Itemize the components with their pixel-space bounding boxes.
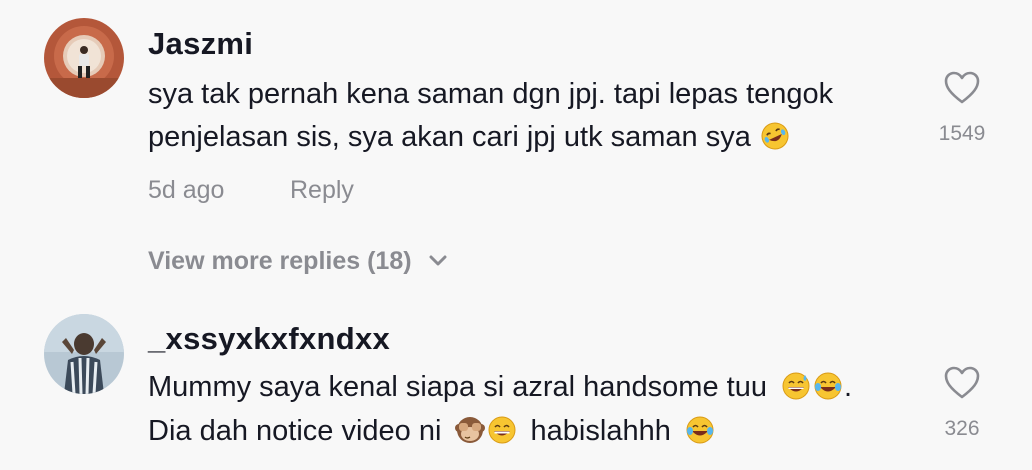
chevron-down-icon xyxy=(429,255,447,266)
comment-username[interactable]: Jaszmi xyxy=(148,26,253,62)
avatar[interactable] xyxy=(44,18,124,98)
comment-text: habislahhh xyxy=(530,415,671,447)
like-count: 1549 xyxy=(938,122,986,145)
tears-of-joy-emoji xyxy=(686,416,714,444)
view-more-replies-label: View more replies (18) xyxy=(148,247,412,275)
comment-time: 5d ago xyxy=(148,176,225,204)
comment-username[interactable]: _xssyxkxfxndxx xyxy=(148,321,390,357)
comment-text: Mummy saya kenal siapa si azral handsome… xyxy=(148,371,767,403)
comment-text-line: penjelasan sis, sya akan cari jpj utk sa… xyxy=(148,121,791,152)
comment-text: Dia dah notice video ni xyxy=(148,415,442,447)
grinning-sweat-emoji xyxy=(782,372,810,400)
view-more-replies-button[interactable]: View more replies (18) xyxy=(148,247,447,276)
comment-text: penjelasan sis, sya akan cari jpj utk sa… xyxy=(148,121,751,153)
see-no-evil-monkey-emoji xyxy=(455,417,486,443)
grinning-squinting-emoji xyxy=(488,416,516,444)
heart-icon[interactable] xyxy=(944,71,980,105)
avatar[interactable] xyxy=(44,314,124,394)
rolling-on-floor-laughing-emoji xyxy=(761,122,789,150)
like-count: 326 xyxy=(944,417,980,440)
comment-text-line: sya tak pernah kena saman dgn jpj. tapi … xyxy=(148,78,834,110)
tears-of-joy-emoji xyxy=(814,372,842,400)
comment-text-line: Mummy saya kenal siapa si azral handsome… xyxy=(148,371,852,402)
avatar-photo xyxy=(44,18,124,98)
heart-icon[interactable] xyxy=(944,366,980,400)
comment-meta: 5d ago Reply xyxy=(148,176,354,205)
reply-button[interactable]: Reply xyxy=(290,176,354,205)
avatar-photo xyxy=(44,314,124,394)
comment-text: . xyxy=(844,371,853,403)
comment-text-line: Dia dah notice video ni habislahhh xyxy=(148,415,716,446)
